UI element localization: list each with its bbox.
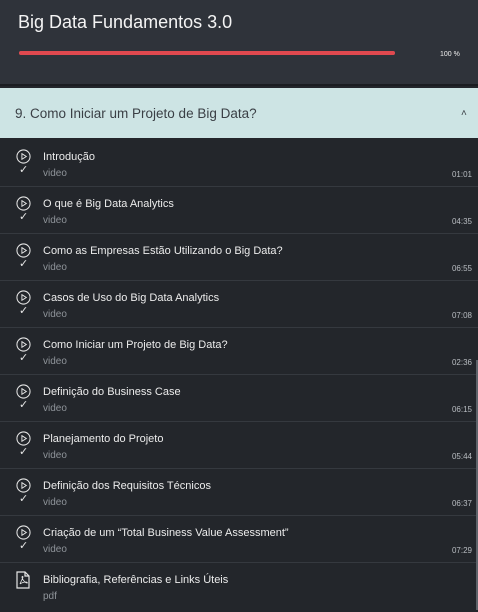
lesson-duration: 02:36 xyxy=(451,358,472,367)
course-progress-bar xyxy=(19,51,395,55)
play-circle-icon xyxy=(16,149,31,164)
lesson-title: Planejamento do Projeto xyxy=(43,433,164,445)
lesson-item[interactable]: Bibliografia, Referências e Links Úteis p… xyxy=(0,563,478,609)
lesson-item[interactable]: ✓ Introdução video 01:01 xyxy=(0,140,478,187)
course-progress-label: 100 % xyxy=(440,51,460,58)
play-circle-icon xyxy=(16,384,31,399)
lesson-duration: 07:08 xyxy=(451,311,472,320)
lesson-item[interactable]: ✓ Como Iniciar um Projeto de Big Data? vid… xyxy=(0,328,478,375)
lesson-title: Como Iniciar um Projeto de Big Data? xyxy=(43,339,228,351)
lesson-title: Casos de Uso do Big Data Analytics xyxy=(43,292,220,304)
course-header: Big Data Fundamentos 3.0 100 % xyxy=(0,0,478,86)
checkmark-icon: ✓ xyxy=(19,540,29,552)
lesson-type: video xyxy=(43,262,67,273)
lesson-duration: 06:37 xyxy=(451,499,472,508)
checkmark-icon: ✓ xyxy=(19,493,29,505)
lesson-title: O que é Big Data Analytics xyxy=(43,198,174,210)
lesson-title: Como as Empresas Estão Utilizando o Big … xyxy=(43,245,283,257)
pdf-file-icon xyxy=(16,571,30,589)
lesson-type: video xyxy=(43,309,67,320)
lesson-title: Criação de um “Total Business Value Asse… xyxy=(43,527,289,539)
lesson-item[interactable]: ✓ Planejamento do Projeto video 05:44 xyxy=(0,422,478,469)
lesson-title: Bibliografia, Referências e Links Úteis xyxy=(43,574,229,586)
lesson-item[interactable]: ✓ Definição do Business Case video 06:15 xyxy=(0,375,478,422)
lesson-type: pdf xyxy=(43,591,57,602)
play-circle-icon xyxy=(16,431,31,446)
play-circle-icon xyxy=(16,243,31,258)
checkmark-icon: ✓ xyxy=(19,399,29,411)
lesson-title: Definição do Business Case xyxy=(43,386,181,398)
lesson-type: video xyxy=(43,168,67,179)
lesson-type: video xyxy=(43,497,67,508)
lesson-type: video xyxy=(43,356,67,367)
checkmark-icon: ✓ xyxy=(19,164,29,176)
lesson-duration: 01:01 xyxy=(451,170,472,179)
checkmark-icon: ✓ xyxy=(19,258,29,270)
lesson-list: ✓ Introdução video 01:01 ✓ O que é Big Data A… xyxy=(0,140,478,609)
play-circle-icon xyxy=(16,337,31,352)
checkmark-icon: ✓ xyxy=(19,446,29,458)
lesson-duration: 07:29 xyxy=(451,546,472,555)
play-circle-icon xyxy=(16,525,31,540)
lesson-type: video xyxy=(43,215,67,226)
lesson-item[interactable]: ✓ Como as Empresas Estão Utilizando o Big… xyxy=(0,234,478,281)
lesson-item[interactable]: ✓ Criação de um “Total Business Value Ass… xyxy=(0,516,478,563)
lesson-type: video xyxy=(43,544,67,555)
lesson-title: Definição dos Requisitos Técnicos xyxy=(43,480,211,492)
lesson-duration: 05:44 xyxy=(451,452,472,461)
lesson-item[interactable]: ✓ Casos de Uso do Big Data Analytics video… xyxy=(0,281,478,328)
course-title: Big Data Fundamentos 3.0 xyxy=(18,12,233,32)
lesson-item[interactable]: ✓ O que é Big Data Analytics video 04:35 xyxy=(0,187,478,234)
lesson-duration: 06:15 xyxy=(451,405,472,414)
lesson-type: video xyxy=(43,450,67,461)
course-progress-fill xyxy=(19,51,395,55)
play-circle-icon xyxy=(16,478,31,493)
checkmark-icon: ✓ xyxy=(19,211,29,223)
lesson-duration: 04:35 xyxy=(451,217,472,226)
lesson-title: Introdução xyxy=(43,151,95,163)
play-circle-icon xyxy=(16,196,31,211)
checkmark-icon: ✓ xyxy=(19,352,29,364)
lesson-duration: 06:55 xyxy=(451,264,472,273)
section-header[interactable]: 9. Como Iniciar um Projeto de Big Data? … xyxy=(0,88,478,138)
chevron-up-icon[interactable]: ˄ xyxy=(461,108,467,119)
lesson-item[interactable]: ✓ Definição dos Requisitos Técnicos video 0… xyxy=(0,469,478,516)
section-title: 9. Como Iniciar um Projeto de Big Data? xyxy=(15,106,257,121)
checkmark-icon: ✓ xyxy=(19,305,29,317)
lesson-type: video xyxy=(43,403,67,414)
play-circle-icon xyxy=(16,290,31,305)
